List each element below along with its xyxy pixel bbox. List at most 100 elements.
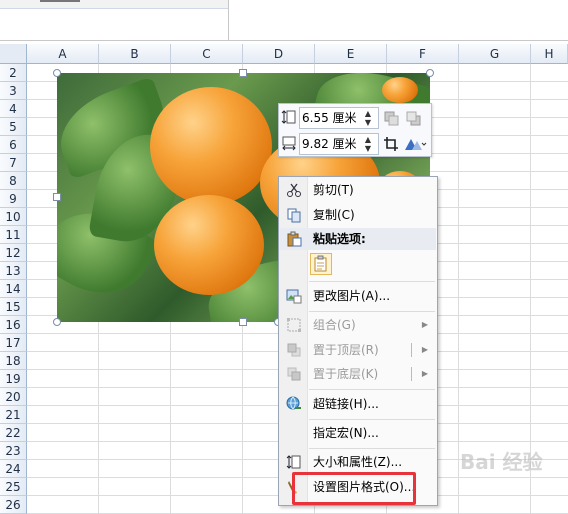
size-icon xyxy=(286,455,301,469)
split-divider xyxy=(411,343,412,357)
row-header[interactable]: 13 xyxy=(0,262,27,280)
submenu-arrow-icon: ▶ xyxy=(421,320,428,329)
row-header[interactable]: 21 xyxy=(0,406,27,424)
menu-item-label: 粘贴选项: xyxy=(313,232,366,246)
menu-item-group: 组合(G) ▶ xyxy=(280,314,436,336)
split-divider xyxy=(411,367,412,381)
resize-handle-top-right[interactable] xyxy=(426,69,434,77)
group-icon xyxy=(287,318,301,332)
column-header-f[interactable]: F xyxy=(387,44,459,64)
column-header-h[interactable]: H xyxy=(531,44,568,64)
context-menu: 剪切(T) 复制(C) 粘贴选项: 更改图片(A)... 组合(G) ▶ 置于顶… xyxy=(278,176,438,506)
row-header[interactable]: 10 xyxy=(0,208,27,226)
row-header[interactable]: 22 xyxy=(0,424,27,442)
row-header[interactable]: 5 xyxy=(0,118,27,136)
column-header-c[interactable]: C xyxy=(171,44,243,64)
menu-item-label: 置于顶层(R) xyxy=(313,343,379,357)
column-header-b[interactable]: B xyxy=(99,44,171,64)
menu-item-label: 指定宏(N)... xyxy=(313,426,379,440)
row-header[interactable]: 8 xyxy=(0,172,27,190)
row-header[interactable]: 11 xyxy=(0,226,27,244)
hyperlink-icon xyxy=(286,396,301,410)
menu-separator xyxy=(309,311,435,312)
submenu-arrow-icon: ▶ xyxy=(421,345,428,354)
formula-area xyxy=(0,0,568,41)
height-spin-up[interactable]: ▲ xyxy=(363,109,373,118)
row-header[interactable]: 6 xyxy=(0,136,27,154)
resize-handle-bottom-left[interactable] xyxy=(53,318,61,326)
row-header[interactable]: 14 xyxy=(0,280,27,298)
menu-item-label: 置于底层(K) xyxy=(313,367,379,381)
resize-handle-top-left[interactable] xyxy=(53,69,61,77)
ribbon-fragment xyxy=(40,0,80,5)
resize-handle-left[interactable] xyxy=(53,193,61,201)
menu-separator xyxy=(309,448,435,449)
row-header[interactable]: 12 xyxy=(0,244,27,262)
row-header[interactable]: 23 xyxy=(0,442,27,460)
paste-option-button[interactable] xyxy=(310,253,332,275)
row-header[interactable]: 18 xyxy=(0,352,27,370)
crop-icon[interactable] xyxy=(383,136,399,152)
select-all-corner[interactable] xyxy=(0,44,27,64)
height-icon xyxy=(281,110,296,124)
highlight-box xyxy=(292,472,416,505)
menu-item-label: 超链接(H)... xyxy=(313,397,379,411)
copy-icon xyxy=(287,208,301,223)
row-header[interactable]: 7 xyxy=(0,154,27,172)
row-header[interactable]: 26 xyxy=(0,496,27,514)
column-header-a[interactable]: A xyxy=(27,44,99,64)
row-header[interactable]: 19 xyxy=(0,370,27,388)
width-icon xyxy=(282,136,296,151)
menu-item-copy[interactable]: 复制(C) xyxy=(280,204,436,226)
send-backward-icon[interactable] xyxy=(405,110,421,126)
resize-handle-top[interactable] xyxy=(239,69,247,77)
row-header[interactable]: 3 xyxy=(0,82,27,100)
row-header[interactable]: 2 xyxy=(0,64,27,82)
menu-item-label: 组合(G) xyxy=(313,318,356,332)
row-header[interactable]: 16 xyxy=(0,316,27,334)
menu-item-change-picture[interactable]: 更改图片(A)... xyxy=(280,285,436,307)
width-spin-down[interactable]: ▼ xyxy=(363,144,373,153)
mini-toolbar: 6.55 厘米 ▲ ▼ 9.82 厘米 ▲ ▼ xyxy=(278,103,432,157)
divider xyxy=(228,0,229,40)
send-to-back-icon xyxy=(287,367,301,381)
row-header[interactable]: 15 xyxy=(0,298,27,316)
change-picture-icon xyxy=(286,289,302,304)
scissors-icon xyxy=(287,183,301,197)
menu-item-paste-options: 粘贴选项: xyxy=(280,228,436,250)
column-header-d[interactable]: D xyxy=(243,44,315,64)
row-header[interactable]: 24 xyxy=(0,460,27,478)
rotate-icon[interactable] xyxy=(403,136,427,152)
bring-to-front-icon xyxy=(287,343,301,357)
resize-handle-bottom[interactable] xyxy=(239,318,247,326)
menu-item-send-to-back: 置于底层(K) ▶ xyxy=(280,363,436,385)
menu-separator xyxy=(309,389,435,390)
apricot xyxy=(154,195,264,295)
menu-item-cut[interactable]: 剪切(T) xyxy=(280,179,436,201)
column-header-e[interactable]: E xyxy=(315,44,387,64)
menu-item-label: 复制(C) xyxy=(313,208,355,222)
ribbon-edge xyxy=(0,0,228,9)
paste-icon xyxy=(287,231,302,247)
row-header[interactable]: 20 xyxy=(0,388,27,406)
menu-item-assign-macro[interactable]: 指定宏(N)... xyxy=(280,422,436,444)
divider xyxy=(0,40,568,41)
watermark: Bai 经验 xyxy=(460,450,543,474)
row-header[interactable]: 4 xyxy=(0,100,27,118)
menu-item-hyperlink[interactable]: 超链接(H)... xyxy=(280,393,436,415)
apricot xyxy=(150,87,272,205)
submenu-arrow-icon: ▶ xyxy=(421,369,428,378)
apricot xyxy=(382,77,418,103)
bring-forward-icon[interactable] xyxy=(383,110,399,126)
row-header[interactable]: 17 xyxy=(0,334,27,352)
row-header[interactable]: 9 xyxy=(0,190,27,208)
menu-separator xyxy=(309,281,435,282)
column-header-g[interactable]: G xyxy=(459,44,531,64)
height-spin-down[interactable]: ▼ xyxy=(363,118,373,127)
menu-item-bring-to-front: 置于顶层(R) ▶ xyxy=(280,339,436,361)
row-header[interactable]: 25 xyxy=(0,478,27,496)
menu-item-label: 剪切(T) xyxy=(313,183,354,197)
menu-item-size-properties[interactable]: 大小和属性(Z)... xyxy=(280,451,436,473)
menu-separator xyxy=(309,419,435,420)
width-spin-up[interactable]: ▲ xyxy=(363,135,373,144)
